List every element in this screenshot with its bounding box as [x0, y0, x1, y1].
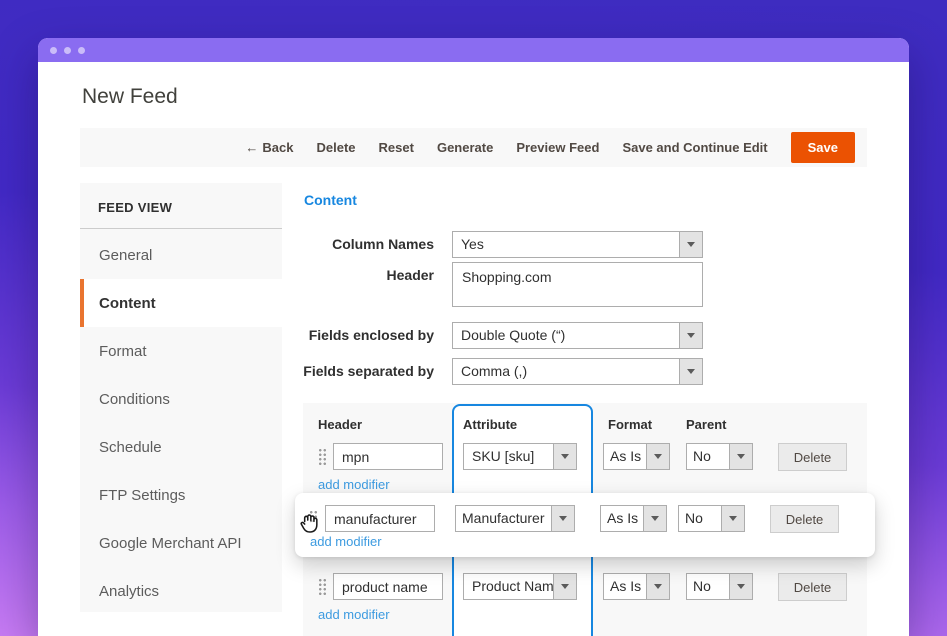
field-row-fields-separated-by: Fields separated by Comma (,): [286, 358, 703, 385]
back-button[interactable]: ← Back: [245, 140, 293, 155]
add-modifier-link[interactable]: add modifier: [318, 607, 390, 622]
preview-feed-button[interactable]: Preview Feed: [516, 140, 599, 155]
grab-cursor-icon: [296, 508, 323, 535]
row-header-input[interactable]: [325, 505, 435, 532]
sidebar-item-schedule[interactable]: Schedule: [80, 423, 282, 471]
save-and-continue-button[interactable]: Save and Continue Edit: [622, 140, 767, 155]
row-parent-value: No: [687, 444, 729, 469]
drag-handle-icon[interactable]: [318, 578, 327, 596]
fields-separated-by-label: Fields separated by: [286, 358, 434, 385]
row-format-select[interactable]: As Is: [603, 573, 670, 600]
column-names-select[interactable]: Yes: [452, 231, 703, 258]
row-parent-value: No: [687, 574, 729, 599]
row-delete-button[interactable]: Delete: [770, 505, 839, 533]
fields-separated-by-select[interactable]: Comma (,): [452, 358, 703, 385]
dropdown-arrow-icon[interactable]: [643, 506, 666, 531]
sidebar: FEED VIEW General Content Format Conditi…: [80, 183, 282, 612]
row-attribute-value: Manufacturer: [456, 506, 551, 531]
sidebar-item-analytics[interactable]: Analytics: [80, 567, 282, 615]
back-button-label: Back: [262, 140, 293, 155]
app-window: New Feed ← Back Delete Reset Generate Pre…: [38, 38, 909, 636]
column-header-format: Format: [608, 417, 652, 432]
dropdown-arrow-icon[interactable]: [553, 574, 576, 599]
row-attribute-select[interactable]: Manufacturer: [455, 505, 575, 532]
window-dot-icon[interactable]: [64, 47, 71, 54]
header-textarea[interactable]: Shopping.com: [452, 262, 703, 307]
header-label: Header: [286, 262, 434, 289]
row-format-value: As Is: [601, 506, 643, 531]
row-parent-select[interactable]: No: [678, 505, 745, 532]
dropdown-arrow-icon[interactable]: [553, 444, 576, 469]
column-header-parent: Parent: [686, 417, 726, 432]
sidebar-item-ftp-settings[interactable]: FTP Settings: [80, 471, 282, 519]
dropdown-arrow-icon[interactable]: [729, 444, 752, 469]
row-format-select[interactable]: As Is: [600, 505, 667, 532]
add-modifier-link[interactable]: add modifier: [310, 534, 382, 549]
column-header-attribute: Attribute: [463, 417, 517, 432]
row-attribute-value: SKU [sku]: [464, 444, 553, 469]
row-attribute-value: Product Name: [464, 574, 553, 599]
add-modifier-link[interactable]: add modifier: [318, 477, 390, 492]
row-parent-select[interactable]: No: [686, 573, 753, 600]
row-format-value: As Is: [604, 574, 646, 599]
dropdown-arrow-icon[interactable]: [729, 574, 752, 599]
column-header-header: Header: [318, 417, 362, 432]
dropdown-arrow-icon[interactable]: [646, 574, 669, 599]
window-titlebar: [38, 38, 909, 62]
dropdown-arrow-icon[interactable]: [551, 506, 574, 531]
attribute-mapping-panel: Header Attribute Format Parent SKU [sku]…: [303, 403, 867, 636]
window-dot-icon[interactable]: [50, 47, 57, 54]
window-dot-icon[interactable]: [78, 47, 85, 54]
row-header-input[interactable]: [333, 443, 443, 470]
fields-enclosed-by-select[interactable]: Double Quote (“): [452, 322, 703, 349]
dragged-row-card[interactable]: Manufacturer As Is No Delete add modifie…: [295, 493, 875, 557]
sidebar-item-format[interactable]: Format: [80, 327, 282, 375]
fields-separated-by-value: Comma (,): [453, 359, 679, 384]
dropdown-arrow-icon[interactable]: [721, 506, 744, 531]
row-delete-button[interactable]: Delete: [778, 573, 847, 601]
column-names-value: Yes: [453, 232, 679, 257]
drag-handle-icon[interactable]: [318, 448, 327, 466]
page-title: New Feed: [82, 85, 178, 109]
dropdown-arrow-icon[interactable]: [679, 323, 702, 348]
row-attribute-select[interactable]: Product Name: [463, 573, 577, 600]
row-header-input[interactable]: [333, 573, 443, 600]
sidebar-divider: [80, 228, 282, 229]
row-format-select[interactable]: As Is: [603, 443, 670, 470]
sidebar-item-google-merchant-api[interactable]: Google Merchant API: [80, 519, 282, 567]
sidebar-header: FEED VIEW: [80, 183, 282, 228]
row-parent-value: No: [679, 506, 721, 531]
sidebar-item-content[interactable]: Content: [80, 279, 282, 327]
sidebar-item-general[interactable]: General: [80, 231, 282, 279]
sidebar-item-conditions[interactable]: Conditions: [80, 375, 282, 423]
back-arrow-icon: ←: [245, 140, 258, 155]
reset-button[interactable]: Reset: [379, 140, 414, 155]
toolbar: ← Back Delete Reset Generate Preview Feed…: [80, 128, 867, 167]
row-delete-button[interactable]: Delete: [778, 443, 847, 471]
row-parent-select[interactable]: No: [686, 443, 753, 470]
row-format-value: As Is: [604, 444, 646, 469]
delete-feed-button[interactable]: Delete: [317, 140, 356, 155]
dropdown-arrow-icon[interactable]: [679, 232, 702, 257]
field-row-fields-enclosed-by: Fields enclosed by Double Quote (“): [286, 322, 703, 349]
save-button[interactable]: Save: [791, 132, 855, 163]
generate-button[interactable]: Generate: [437, 140, 493, 155]
field-row-column-names: Column Names Yes: [286, 231, 703, 258]
dropdown-arrow-icon[interactable]: [646, 444, 669, 469]
section-heading: Content: [304, 192, 357, 208]
column-names-label: Column Names: [286, 231, 434, 258]
row-attribute-select[interactable]: SKU [sku]: [463, 443, 577, 470]
fields-enclosed-by-value: Double Quote (“): [453, 323, 679, 348]
dropdown-arrow-icon[interactable]: [679, 359, 702, 384]
fields-enclosed-by-label: Fields enclosed by: [286, 322, 434, 349]
field-row-header: Header Shopping.com: [286, 262, 703, 307]
